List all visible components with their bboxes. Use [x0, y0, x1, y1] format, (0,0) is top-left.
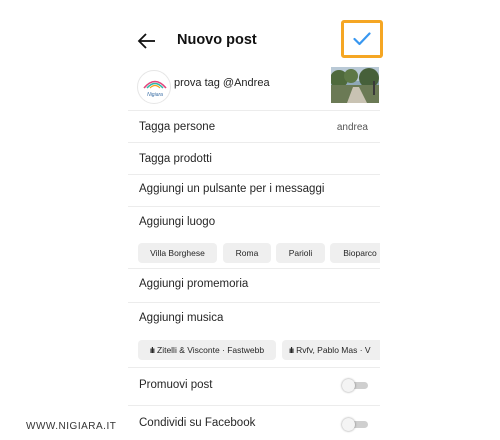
- arrow-left-icon: [137, 33, 155, 49]
- back-button[interactable]: [136, 30, 158, 52]
- music-chip-label: Rvfv, Pablo Mas · V: [296, 345, 371, 355]
- watermark: WWW.NIGIARA.IT: [26, 421, 117, 432]
- post-preview-row: Nigiara prova tag @Andrea: [128, 66, 380, 108]
- add-reminder-row[interactable]: Aggiungi promemoria: [128, 268, 380, 302]
- location-chip[interactable]: Villa Borghese: [138, 243, 217, 263]
- add-music-label: Aggiungi musica: [139, 312, 224, 324]
- toggle-knob: [342, 379, 355, 392]
- header-bar: Nuovo post: [128, 20, 383, 62]
- location-chip[interactable]: Bioparco: [330, 243, 380, 263]
- tag-products-row[interactable]: Tagga prodotti: [128, 142, 380, 174]
- music-chips: ılı Zitelli & Visconte · Fastwebb ılı Rvfv…: [128, 340, 380, 368]
- location-chip[interactable]: Roma: [223, 243, 271, 263]
- new-post-screen: Nuovo post Nigiara prova tag @Andrea Tag…: [128, 0, 383, 440]
- promote-post-row[interactable]: Promuovi post: [128, 367, 380, 405]
- music-chip[interactable]: ılı Rvfv, Pablo Mas · V: [282, 340, 380, 360]
- add-location-row[interactable]: Aggiungi luogo: [128, 206, 380, 240]
- share-facebook-row[interactable]: Condividi su Facebook: [128, 405, 380, 440]
- location-chip[interactable]: Parioli: [276, 243, 325, 263]
- avatar[interactable]: Nigiara: [137, 70, 171, 104]
- nigiara-logo: Nigiara: [143, 80, 167, 98]
- toggle-knob: [342, 418, 355, 431]
- avatar-text: Nigiara: [147, 92, 163, 98]
- promote-post-label: Promuovi post: [139, 379, 213, 391]
- share-facebook-toggle[interactable]: [342, 418, 368, 431]
- tag-people-value: andrea: [336, 122, 368, 133]
- tag-people-label: Tagga persone: [139, 121, 216, 133]
- tag-people-row[interactable]: Tagga persone andrea: [128, 110, 380, 142]
- audio-bars-icon: ılı: [149, 345, 155, 355]
- tag-products-label: Tagga prodotti: [139, 153, 212, 165]
- post-thumbnail: [331, 67, 379, 103]
- music-chip[interactable]: ılı Zitelli & Visconte · Fastwebb: [138, 340, 276, 360]
- location-chips: Villa Borghese Roma Parioli Bioparco: [128, 243, 380, 271]
- share-facebook-label: Condividi su Facebook: [139, 417, 256, 429]
- add-message-button-label: Aggiungi un pulsante per i messaggi: [139, 183, 325, 195]
- confirm-button[interactable]: [341, 20, 383, 58]
- add-location-label: Aggiungi luogo: [139, 216, 216, 228]
- add-message-button-row[interactable]: Aggiungi un pulsante per i messaggi: [128, 174, 380, 206]
- add-music-row[interactable]: Aggiungi musica: [128, 302, 380, 336]
- add-reminder-label: Aggiungi promemoria: [139, 278, 249, 290]
- checkmark-icon: [353, 32, 371, 46]
- audio-bars-icon: ılı: [289, 345, 294, 355]
- promote-post-toggle[interactable]: [342, 379, 368, 392]
- music-chip-label: Zitelli & Visconte · Fastwebb: [157, 345, 265, 355]
- post-caption[interactable]: prova tag @Andrea: [174, 77, 270, 89]
- page-title: Nuovo post: [177, 32, 257, 48]
